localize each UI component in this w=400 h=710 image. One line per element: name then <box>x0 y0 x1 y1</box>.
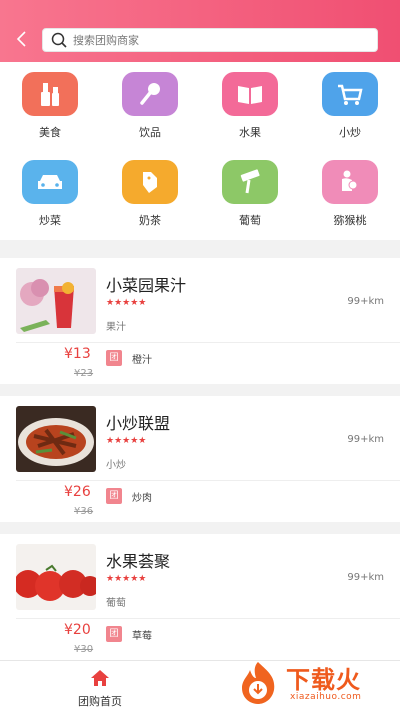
category-milktea[interactable]: 奶茶 <box>120 160 180 228</box>
store-distance: 99+km <box>347 434 384 445</box>
group-buy-tag: 团 <box>106 626 122 642</box>
deal-item: 橙汁 <box>132 355 152 366</box>
star-rating: ★★★★★ <box>106 436 147 446</box>
watermark-url: xiazaihuo.com <box>290 692 362 702</box>
deal-item: 炒肉 <box>132 493 152 504</box>
store-card[interactable]: 小菜园果汁 ★★★★★ 果汁 99+km ¥13 ¥23 团 橙汁 <box>0 258 400 384</box>
search-icon <box>51 32 67 48</box>
deal-item: 草莓 <box>132 631 152 642</box>
flame-logo-icon <box>242 662 275 704</box>
store-category: 果汁 <box>106 322 126 333</box>
store-category: 小炒 <box>106 460 126 471</box>
header-bar: 搜索团购商家 <box>0 0 400 62</box>
category-stirfry[interactable]: 小炒 <box>320 72 380 140</box>
store-name: 小炒联盟 <box>106 414 171 433</box>
category-grape[interactable]: 葡萄 <box>220 160 280 228</box>
store-category: 葡萄 <box>106 598 126 609</box>
star-rating: ★★★★★ <box>106 574 147 584</box>
tab-home-label: 团购首页 <box>78 695 122 708</box>
category-label: 奶茶 <box>139 214 161 227</box>
store-distance: 99+km <box>347 296 384 307</box>
home-icon <box>91 670 109 686</box>
mother-baby-icon <box>322 160 378 204</box>
category-grid: 美食 饮品 水果 小炒 炒菜 奶茶 葡萄 猕猴桃 <box>0 62 400 240</box>
store-image-juice <box>16 268 96 334</box>
store-card[interactable]: 水果荟聚 ★★★★★ 葡萄 99+km ¥20 ¥30 团 草莓 <box>0 534 400 660</box>
watermark-brand: 下载火 <box>286 666 361 694</box>
group-buy-tag: 团 <box>106 488 122 504</box>
original-price: ¥36 <box>74 506 94 517</box>
category-label: 猕猴桃 <box>333 214 367 227</box>
store-card[interactable]: 小炒联盟 ★★★★★ 小炒 99+km ¥26 ¥36 团 炒肉 <box>0 396 400 522</box>
category-label: 炒菜 <box>39 214 61 227</box>
search-placeholder: 搜索团购商家 <box>73 34 139 47</box>
category-label: 葡萄 <box>239 214 261 227</box>
category-fruit[interactable]: 水果 <box>220 72 280 140</box>
store-distance: 99+km <box>347 572 384 583</box>
watermark: 下载火 xiazaihuo.com <box>232 658 396 710</box>
shopping-cart-icon <box>322 72 378 116</box>
category-label: 美食 <box>39 126 61 139</box>
group-buy-tag: 团 <box>106 350 122 366</box>
category-label: 小炒 <box>339 126 361 139</box>
category-label: 水果 <box>239 126 261 139</box>
category-label: 饮品 <box>139 126 161 139</box>
divider <box>16 342 400 343</box>
store-image-tomato <box>16 544 96 610</box>
star-rating: ★★★★★ <box>106 298 147 308</box>
store-name: 水果荟聚 <box>106 552 171 571</box>
category-dishes[interactable]: 炒菜 <box>20 160 80 228</box>
car-icon <box>22 160 78 204</box>
deal-price: ¥13 <box>64 346 91 362</box>
divider <box>16 618 400 619</box>
original-price: ¥30 <box>74 644 94 655</box>
dog-icon <box>122 160 178 204</box>
divider <box>16 480 400 481</box>
microphone-icon <box>122 72 178 116</box>
search-input[interactable]: 搜索团购商家 <box>42 28 378 52</box>
book-icon <box>222 72 278 116</box>
deal-price: ¥20 <box>64 622 91 638</box>
cosmetics-icon <box>22 72 78 116</box>
category-kiwi[interactable]: 猕猴桃 <box>320 160 380 228</box>
back-arrow-icon[interactable] <box>12 28 32 50</box>
original-price: ¥23 <box>74 368 94 379</box>
category-drinks[interactable]: 饮品 <box>120 72 180 140</box>
store-name: 小菜园果汁 <box>106 276 187 295</box>
tab-home[interactable]: 团购首页 <box>68 669 132 709</box>
category-food[interactable]: 美食 <box>20 72 80 140</box>
store-image-stirfry <box>16 406 96 472</box>
paint-roller-icon <box>222 160 278 204</box>
deal-price: ¥26 <box>64 484 91 500</box>
